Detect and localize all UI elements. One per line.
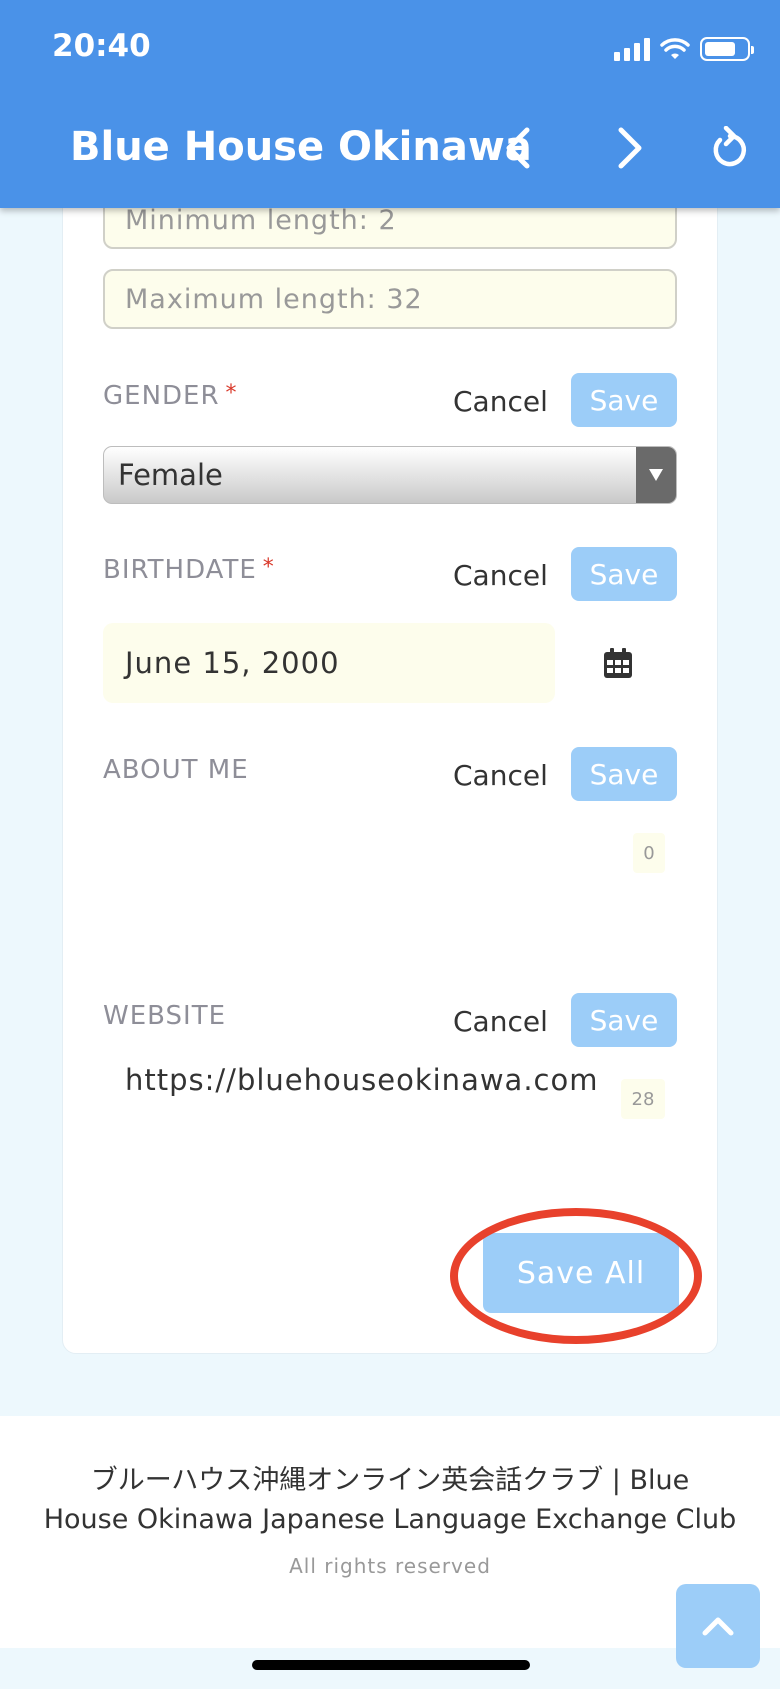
about-me-label: ABOUT ME — [103, 755, 249, 785]
wifi-icon — [660, 38, 690, 59]
footer-rights: All rights reserved — [289, 1554, 491, 1578]
max-length-hint: Maximum length: 32 — [125, 283, 423, 315]
chevron-right-icon — [618, 127, 642, 169]
calendar-icon[interactable] — [603, 647, 633, 679]
home-indicator — [252, 1660, 530, 1670]
website-cancel-button[interactable]: Cancel — [453, 1005, 548, 1038]
footer-title-line1: ブルーハウス沖縄オンライン英会話クラブ | Blue — [90, 1465, 690, 1496]
status-time: 20:40 — [52, 28, 151, 64]
gender-select[interactable]: Female — [103, 446, 677, 504]
gender-selected-value: Female — [118, 458, 223, 492]
about-me-textarea[interactable] — [103, 821, 677, 971]
birthdate-label: BIRTHDATE * — [103, 555, 275, 585]
status-icons — [614, 34, 754, 64]
reload-icon — [713, 126, 747, 167]
gender-save-button[interactable]: Save — [571, 373, 677, 427]
website-input[interactable]: https://bluehouseokinawa.com — [125, 1063, 598, 1097]
about-me-cancel-button[interactable]: Cancel — [453, 759, 548, 792]
website-label: WEBSITE — [103, 1001, 226, 1031]
required-marker: * — [262, 555, 275, 580]
birthdate-input[interactable]: June 15, 2000 — [103, 623, 555, 703]
min-length-hint: Minimum length: 2 — [125, 204, 397, 236]
reload-button[interactable] — [702, 120, 758, 176]
chevron-left-icon — [506, 127, 530, 169]
about-me-save-button[interactable]: Save — [571, 747, 677, 801]
profile-form-card: Minimum length: 2 Maximum length: 32 GEN… — [62, 191, 718, 1354]
dropdown-arrow-icon — [636, 447, 676, 503]
cellular-signal-icon — [614, 37, 650, 61]
website-char-counter: 28 — [621, 1079, 665, 1119]
required-marker: * — [225, 381, 238, 406]
birthdate-save-button[interactable]: Save — [571, 547, 677, 601]
footer-title-line2: House Okinawa Japanese Language Exchange… — [43, 1504, 737, 1535]
website-save-button[interactable]: Save — [571, 993, 677, 1047]
highlight-annotation-circle — [450, 1208, 702, 1344]
back-button[interactable] — [490, 120, 546, 176]
forward-button[interactable] — [602, 120, 658, 176]
top-bar: 20:40 Blue House Okinawa — [0, 0, 780, 208]
chevron-up-icon — [702, 1617, 734, 1636]
battery-icon — [700, 37, 754, 61]
gender-cancel-button[interactable]: Cancel — [453, 385, 548, 418]
scroll-to-top-button[interactable] — [676, 1584, 760, 1668]
gender-label: GENDER * — [103, 381, 238, 411]
footer: ブルーハウス沖縄オンライン英会話クラブ | Blue House Okinawa… — [0, 1416, 780, 1648]
birthdate-value: June 15, 2000 — [125, 646, 340, 680]
name-max-length-field[interactable]: Maximum length: 32 — [103, 269, 677, 329]
page-title: Blue House Okinawa — [70, 124, 532, 170]
birthdate-cancel-button[interactable]: Cancel — [453, 559, 548, 592]
about-me-char-counter: 0 — [633, 833, 665, 873]
